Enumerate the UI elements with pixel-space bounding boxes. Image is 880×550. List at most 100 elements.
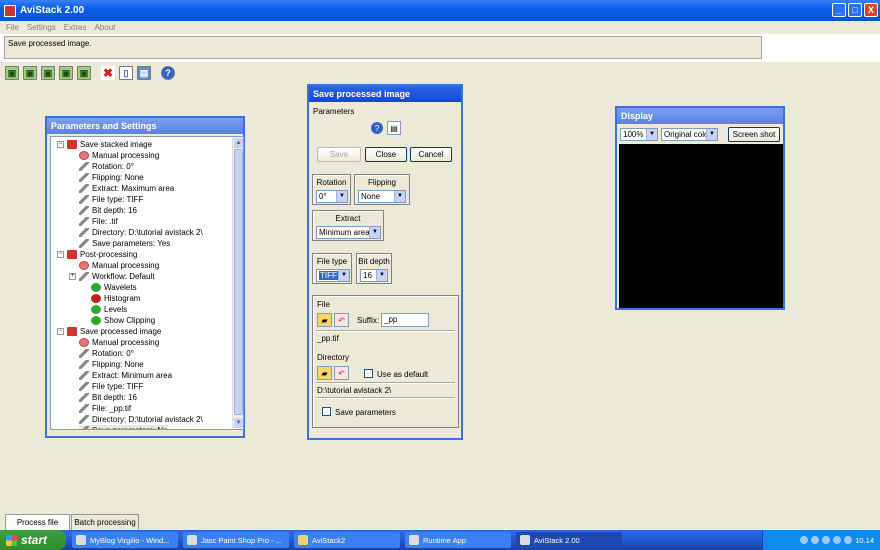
save-icon[interactable]: ▤ xyxy=(137,66,151,80)
task-runtime-app[interactable]: Runtime App xyxy=(405,532,511,548)
tree-item[interactable]: Bit depth: 16 xyxy=(79,392,137,403)
task-label: Jasc Paint Shop Pro - ... xyxy=(201,535,282,545)
tree-item[interactable]: Rotation: 0° xyxy=(79,348,134,359)
delete-icon[interactable]: ✖ xyxy=(101,66,115,80)
tray-update-icon[interactable] xyxy=(833,536,842,544)
scroll-up-icon[interactable]: ▲ xyxy=(234,138,243,148)
tab-batch-processing[interactable]: Batch processing xyxy=(71,514,139,530)
tree-item[interactable]: Workflow: Default xyxy=(79,271,155,282)
load-all-icon[interactable]: ▣ xyxy=(77,66,91,80)
tree-item[interactable]: Save parameters: Yes xyxy=(79,238,170,249)
tree-item[interactable]: File: _pp.tif xyxy=(79,403,131,414)
check-icon xyxy=(91,305,101,314)
save-parameters-checkbox[interactable] xyxy=(322,407,331,416)
tree-item[interactable]: Directory: D:\tutorial avistack 2\ xyxy=(79,414,203,425)
tree-scrollbar[interactable]: ▲ ▼ xyxy=(232,137,243,429)
tree-expander-icon[interactable]: − xyxy=(57,251,64,258)
tree-item[interactable]: Save processed image xyxy=(67,326,161,337)
tree-item[interactable]: Bit depth: 16 xyxy=(79,205,137,216)
extract-value: Minimum area xyxy=(319,228,370,237)
screen-shot-button[interactable]: Screen shot xyxy=(728,127,780,142)
scroll-down-icon[interactable]: ▼ xyxy=(234,418,243,428)
open-frames-icon[interactable]: ▣ xyxy=(41,66,55,80)
start-button[interactable]: start xyxy=(0,530,66,550)
flipping-select[interactable]: None ▼ xyxy=(358,190,406,203)
folder-open-icon[interactable]: ▰ xyxy=(317,313,332,327)
task-avistack-app[interactable]: AviStack 2.00 xyxy=(516,532,622,548)
folder-open-icon[interactable]: ▰ xyxy=(317,366,332,380)
tree-item[interactable]: File: .tif xyxy=(79,216,118,227)
zoom-select[interactable]: 100% ▼ xyxy=(620,128,658,141)
task-avistack2-folder[interactable]: AviStack2 xyxy=(294,532,400,548)
image-canvas[interactable] xyxy=(619,144,783,308)
open-video-icon[interactable]: ▣ xyxy=(5,66,19,80)
bit-depth-select[interactable]: 16 ▼ xyxy=(360,269,388,282)
tray-network-icon[interactable] xyxy=(800,536,809,544)
tree-item[interactable]: Extract: Minimum area xyxy=(79,370,172,381)
tree-item[interactable]: Directory: D:\tutorial avistack 2\ xyxy=(79,227,203,238)
tree-item[interactable]: Histogram xyxy=(91,293,140,304)
menu-file[interactable]: File xyxy=(6,23,19,32)
dialog-help-icon[interactable]: ? xyxy=(371,122,383,134)
tree-item[interactable]: Save stacked image xyxy=(67,139,152,150)
tree-item[interactable]: Show Clipping xyxy=(91,315,155,326)
maximize-button[interactable]: □ xyxy=(848,3,862,17)
tree-expander-icon[interactable]: − xyxy=(57,328,64,335)
scroll-thumb[interactable] xyxy=(234,149,243,415)
menu-extras[interactable]: Extras xyxy=(64,23,87,32)
minimize-button[interactable]: _ xyxy=(832,3,846,17)
color-mode-value: Original color xyxy=(664,130,712,139)
tray-volume-icon[interactable] xyxy=(811,536,820,544)
menu-settings[interactable]: Settings xyxy=(27,23,56,32)
menu-about[interactable]: About xyxy=(94,23,115,32)
tree-expander-icon[interactable]: − xyxy=(57,141,64,148)
tree-item[interactable]: Manual processing xyxy=(79,337,159,348)
color-mode-select[interactable]: Original color ▼ xyxy=(661,128,718,141)
tree-item-label: Manual processing xyxy=(92,338,160,347)
extract-label: Extract xyxy=(335,214,361,223)
tree-item[interactable]: Wavelets xyxy=(91,282,137,293)
tree-item[interactable]: Save parameters: No xyxy=(79,425,168,429)
folder-icon xyxy=(67,250,77,259)
use-as-default-checkbox[interactable] xyxy=(364,369,373,378)
window-controls: _ □ X xyxy=(832,3,878,17)
rotation-select[interactable]: 0° ▼ xyxy=(316,190,348,203)
save-button[interactable]: Save xyxy=(317,147,361,162)
dialog-close-button[interactable]: Close xyxy=(365,147,407,162)
tree-item[interactable]: Flipping: None xyxy=(79,172,144,183)
paint-icon xyxy=(187,535,197,545)
new-doc-icon[interactable]: ▯ xyxy=(119,66,133,80)
tray-app-icon[interactable] xyxy=(844,536,853,544)
extract-group: Extract Minimum area ▼ xyxy=(312,210,384,241)
x-icon xyxy=(91,294,101,303)
file-type-select[interactable]: TIFF ▼ xyxy=(316,269,350,282)
tree-expander-icon[interactable]: + xyxy=(69,273,76,280)
help-icon[interactable]: ? xyxy=(161,66,175,80)
reset-icon[interactable]: ↶ xyxy=(334,313,349,327)
gear-icon xyxy=(79,151,89,160)
tree-item[interactable]: Rotation: 0° xyxy=(79,161,134,172)
cancel-button[interactable]: Cancel xyxy=(410,147,452,162)
tree-item[interactable]: Levels xyxy=(91,304,127,315)
suffix-input[interactable]: _pp xyxy=(381,313,429,327)
task-paint-shop[interactable]: Jasc Paint Shop Pro - ... xyxy=(183,532,289,548)
task-myblog[interactable]: MyBlog Virgilio - Wind... xyxy=(72,532,178,548)
chevron-down-icon: ▼ xyxy=(376,270,387,281)
reset-icon[interactable]: ↶ xyxy=(334,366,349,380)
extract-select[interactable]: Minimum area ▼ xyxy=(316,226,381,239)
tree-item[interactable]: Manual processing xyxy=(79,260,159,271)
tree-item[interactable]: Flipping: None xyxy=(79,359,144,370)
check-icon xyxy=(91,283,101,292)
tray-security-icon[interactable] xyxy=(822,536,831,544)
wrench-icon xyxy=(79,173,89,182)
close-button[interactable]: X xyxy=(864,3,878,17)
tree-item[interactable]: Manual processing xyxy=(79,150,159,161)
tree-item[interactable]: Post-processing xyxy=(67,249,137,260)
tree-item[interactable]: Extract: Maximum area xyxy=(79,183,174,194)
load-icon[interactable]: ▣ xyxy=(59,66,73,80)
tab-process-file[interactable]: Process file xyxy=(5,514,70,530)
tree-item[interactable]: File type: TIFF xyxy=(79,381,143,392)
tree-item[interactable]: File type: TIFF xyxy=(79,194,143,205)
open-images-icon[interactable]: ▣ xyxy=(23,66,37,80)
dialog-settings-icon[interactable]: ▤ xyxy=(387,121,401,135)
